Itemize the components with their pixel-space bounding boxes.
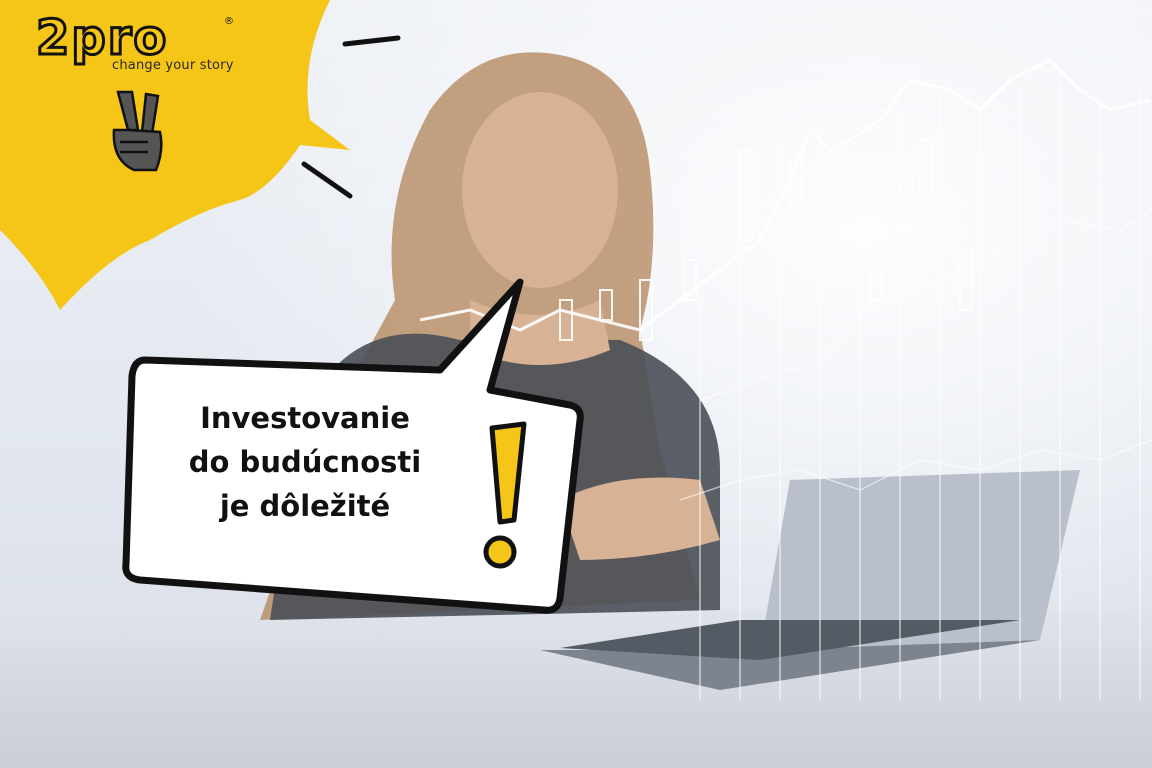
hero-banner: 2pro ® change your story Investovanie do… [0,0,1152,768]
bubble-headline: Investovanie do budúcnosti je dôležité [150,396,460,528]
brand-tagline: change your story [112,58,234,73]
registered-mark: ® [224,16,234,27]
headline-line-3: je dôležité [219,489,391,523]
headline-line-2: do budúcnosti [188,445,422,479]
headline-line-1: Investovanie [200,401,410,435]
background-illustration [0,0,1152,768]
